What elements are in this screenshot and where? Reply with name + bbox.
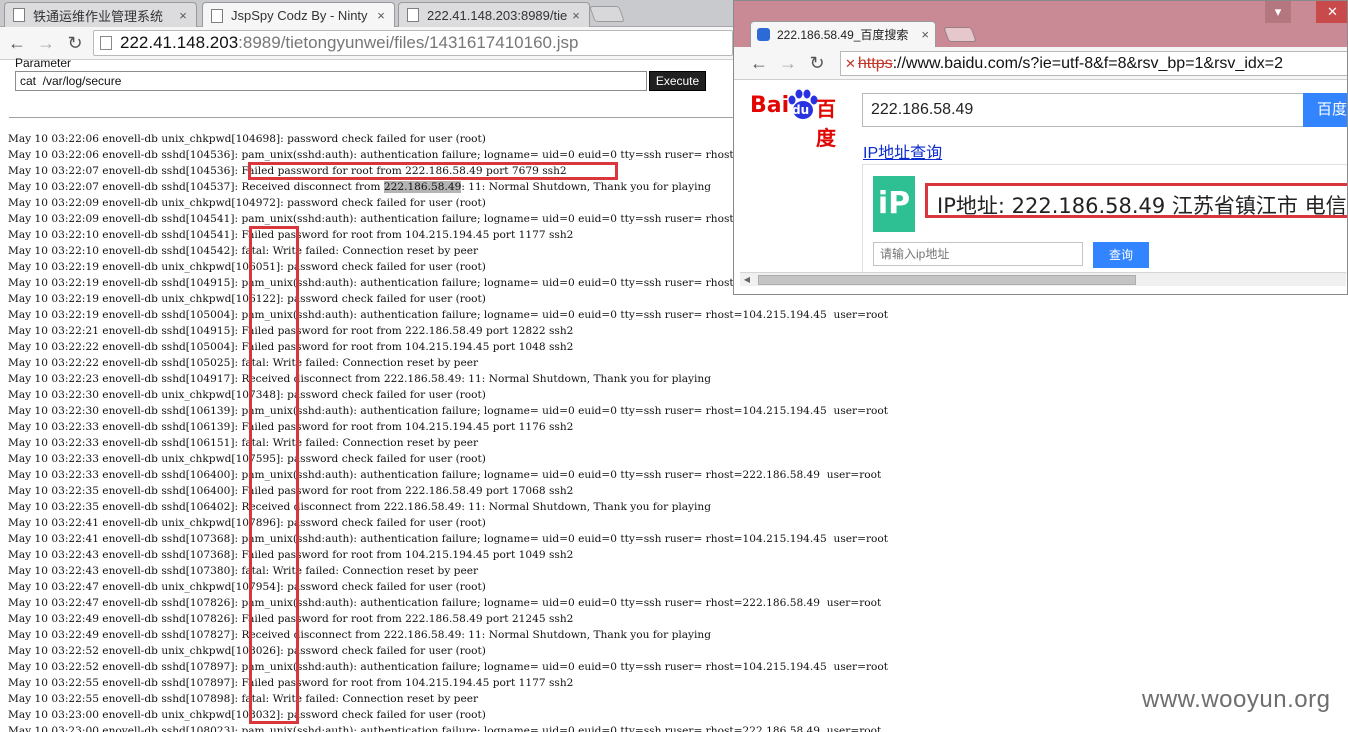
reload-icon[interactable]: ↻: [64, 32, 86, 54]
close-icon[interactable]: ×: [569, 8, 583, 23]
highlight-box-failed-line: [248, 162, 618, 180]
page-icon: [13, 8, 25, 22]
back-icon[interactable]: ←: [748, 52, 770, 74]
tab-title: JspSpy Codz By - Ninty: [231, 8, 368, 23]
reload-icon[interactable]: ↻: [806, 52, 828, 74]
log-line: May 10 03:22:30 enovell-db sshd[106139]:…: [8, 405, 889, 417]
log-line: May 10 03:22:35 enovell-db sshd[106402]:…: [8, 501, 712, 513]
execute-button[interactable]: Execute: [649, 71, 706, 91]
log-line: May 10 03:22:22 enovell-db sshd[105004]:…: [8, 341, 574, 353]
close-icon[interactable]: ×: [176, 8, 190, 23]
window-close-icon[interactable]: ✕: [1316, 1, 1347, 23]
ip-lookup-link[interactable]: IP地址查询: [863, 139, 942, 163]
log-line: May 10 03:22:55 enovell-db sshd[107897]:…: [8, 677, 574, 689]
tab-ops-system[interactable]: 铁通运维作业管理系统 ×: [4, 2, 197, 27]
forward-icon[interactable]: →: [35, 32, 57, 54]
log-line: May 10 03:22:47 enovell-db sshd[107826]:…: [8, 597, 882, 609]
log-line: May 10 03:22:52 enovell-db sshd[107897]:…: [8, 661, 889, 673]
log-line: May 10 03:22:23 enovell-db sshd[104917]:…: [8, 373, 712, 385]
log-line: May 10 03:23:00 enovell-db sshd[108023]:…: [8, 725, 882, 732]
tab-jspspy[interactable]: JspSpy Codz By - Ninty ×: [202, 2, 395, 28]
page-icon: [211, 8, 223, 23]
log-line: May 10 03:22:52 enovell-db unix_chkpwd[1…: [8, 645, 486, 657]
address-bar[interactable]: ✕ https://www.baidu.com/s?ie=utf-8&f=8&r…: [840, 51, 1347, 76]
new-tab-button[interactable]: [589, 6, 625, 22]
scroll-left-icon[interactable]: ◀: [740, 273, 754, 287]
page-icon: [407, 8, 419, 22]
url-rest: ://www.baidu.com/s?ie=utf-8&f=8&rsv_bp=1…: [892, 54, 1284, 72]
address-bar[interactable]: 222.41.148.203:8989/tietongyunwei/files/…: [93, 30, 733, 56]
tab-title: 222.186.58.49_百度搜索: [777, 28, 909, 42]
log-line: May 10 03:22:30 enovell-db unix_chkpwd[1…: [8, 389, 486, 401]
ip-query-button[interactable]: 查询: [1093, 242, 1149, 268]
log-line: May 10 03:22:19 enovell-db sshd[105004]:…: [8, 309, 889, 321]
log-line: May 10 03:22:21 enovell-db sshd[104915]:…: [8, 325, 574, 337]
log-line: May 10 03:23:00 enovell-db unix_chkpwd[1…: [8, 709, 486, 721]
ip-query-input[interactable]: [873, 242, 1083, 266]
log-line: May 10 03:22:43 enovell-db sshd[107368]:…: [8, 549, 574, 561]
log-line: May 10 03:22:33 enovell-db unix_chkpwd[1…: [8, 453, 486, 465]
search-input[interactable]: 222.186.58.49: [862, 93, 1304, 127]
command-input[interactable]: [15, 71, 647, 91]
log-line: May 10 03:22:55 enovell-db sshd[107898]:…: [8, 693, 479, 705]
tab-file-url[interactable]: 222.41.148.203:8989/tie ×: [398, 2, 590, 27]
log-line: May 10 03:22:33 enovell-db sshd[106151]:…: [8, 437, 479, 449]
parameter-label: Parameter: [15, 56, 72, 70]
page-icon: [100, 36, 112, 50]
log-line: May 10 03:22:41 enovell-db sshd[107368]:…: [8, 533, 889, 545]
watermark: www.wooyun.org: [1142, 686, 1331, 713]
broken-lock-icon: ✕: [845, 55, 856, 71]
close-icon[interactable]: ×: [921, 27, 929, 42]
tab-title: 铁通运维作业管理系统: [33, 8, 164, 24]
forward-icon[interactable]: →: [777, 52, 799, 74]
back-icon[interactable]: ←: [6, 32, 28, 54]
highlight-box-ip-result: [925, 183, 1347, 218]
log-line: May 10 03:22:43 enovell-db sshd[107380]:…: [8, 565, 479, 577]
log-line: May 10 03:22:49 enovell-db sshd[107826]:…: [8, 613, 574, 625]
log-line: May 10 03:22:22 enovell-db sshd[105025]:…: [8, 357, 479, 369]
search-button[interactable]: 百度: [1303, 93, 1347, 127]
log-line: May 10 03:22:47 enovell-db unix_chkpwd[1…: [8, 581, 486, 593]
log-line: May 10 03:22:49 enovell-db sshd[107827]:…: [8, 629, 712, 641]
browser-toolbar: ← → ↻ ✕ https://www.baidu.com/s?ie=utf-8…: [734, 47, 1347, 80]
log-line: May 10 03:22:33 enovell-db sshd[106400]:…: [8, 469, 882, 481]
log-line: May 10 03:22:33 enovell-db sshd[106139]:…: [8, 421, 574, 433]
url-host: 222.41.148.203: [120, 33, 239, 52]
ip-icon: iP: [873, 176, 915, 232]
url-scheme: https: [857, 54, 893, 72]
logo-text-du: du: [792, 103, 810, 117]
selected-ip-text[interactable]: 222.186.58.49: [383, 181, 462, 193]
tab-baidu-search[interactable]: 222.186.58.49_百度搜索 ×: [750, 21, 936, 47]
user-icon[interactable]: ▾: [1265, 1, 1291, 23]
scroll-thumb[interactable]: [758, 275, 1136, 285]
baidu-logo[interactable]: Bai du 百度: [750, 89, 854, 150]
tab-title: 222.41.148.203:8989/tie: [427, 7, 568, 23]
new-tab-button[interactable]: [943, 27, 977, 42]
baidu-paw-icon: [757, 28, 770, 41]
log-line: May 10 03:22:35 enovell-db sshd[106400]:…: [8, 485, 574, 497]
divider: [9, 117, 735, 118]
highlight-box-failed-column: [249, 226, 299, 724]
log-line: May 10 03:22:41 enovell-db unix_chkpwd[1…: [8, 517, 486, 529]
horizontal-scrollbar[interactable]: ◀: [740, 272, 1346, 286]
baidu-popup-window: 222.186.58.49_百度搜索 × ▾ ✕ ← → ↻ ✕ https:/…: [733, 0, 1348, 295]
window-frame: 222.186.58.49_百度搜索 × ▾ ✕: [734, 1, 1347, 47]
logo-text-bai: Bai: [750, 93, 790, 118]
url-path: :8989/tietongyunwei/files/1431617410160.…: [238, 33, 579, 52]
logo-text-baidu: 百度: [816, 97, 836, 150]
ip-result-card: iP IP地址: 222.186.58.49 江苏省镇江市 电信 查询: [862, 164, 1347, 274]
close-icon[interactable]: ×: [374, 8, 388, 23]
